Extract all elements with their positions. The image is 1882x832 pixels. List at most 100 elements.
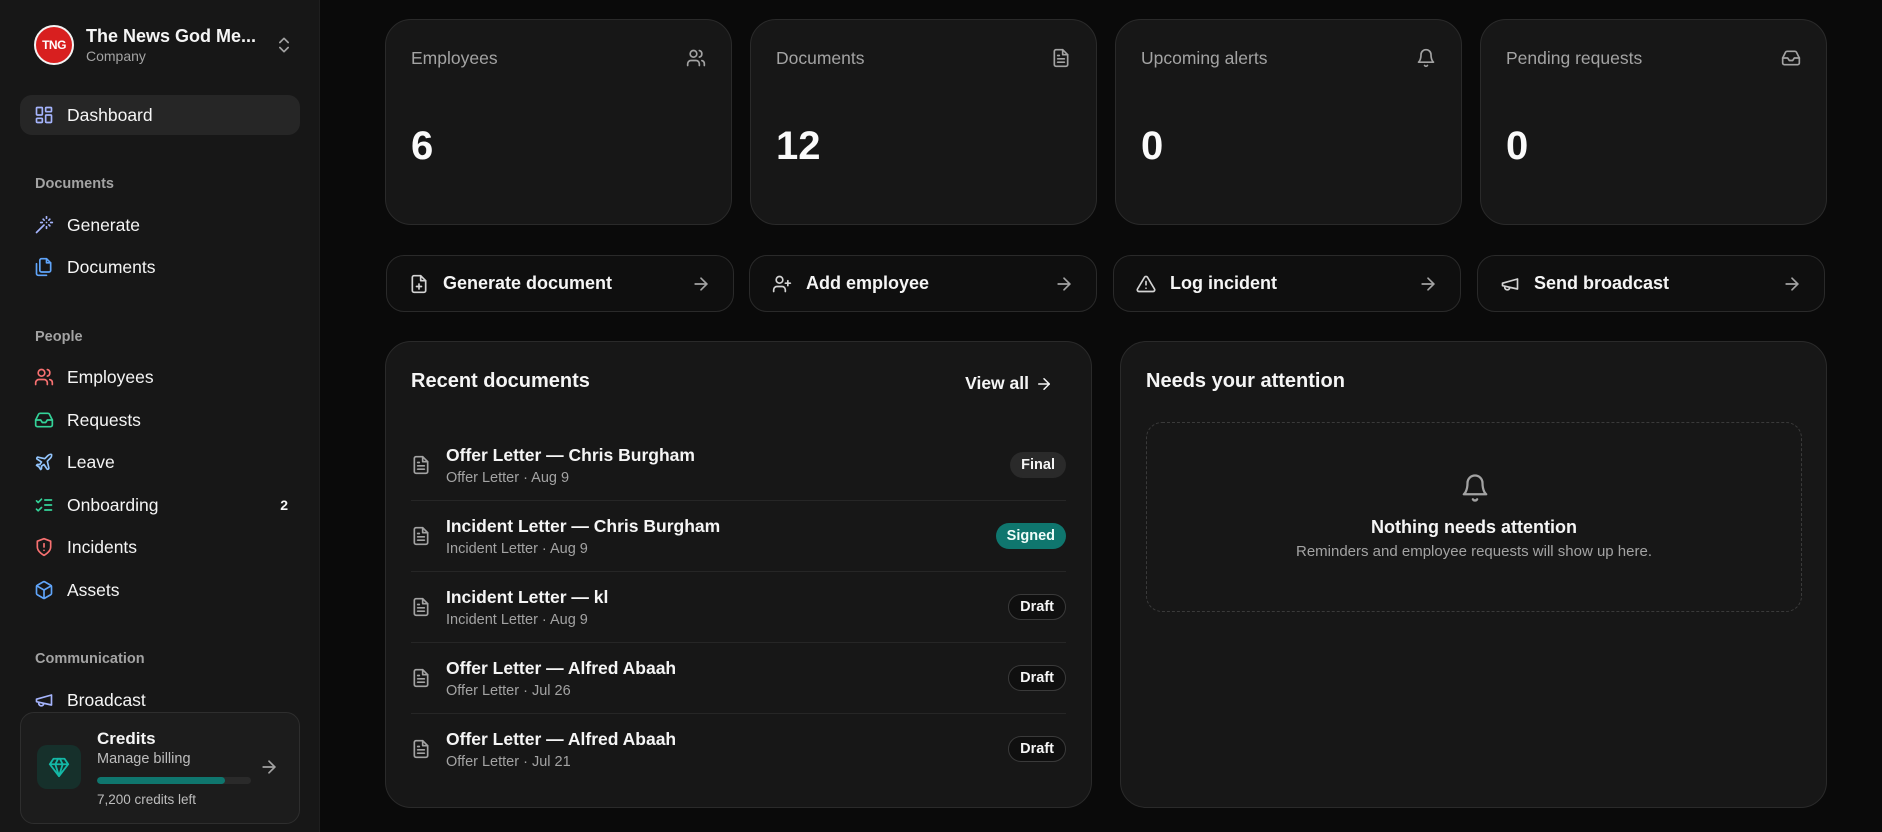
company-text: The News God Me... Company <box>86 25 266 65</box>
status-badge: Draft <box>1008 665 1066 691</box>
gem-icon <box>48 757 70 778</box>
section-title-communication: Communication <box>35 651 145 667</box>
add-employee-button[interactable]: Add employee <box>749 255 1097 312</box>
sidebar-item-leave[interactable]: Leave <box>20 443 300 481</box>
document-meta: Offer Letter · Jul 21 <box>446 754 571 770</box>
panel-title: Needs your attention <box>1146 370 1345 392</box>
bell-icon <box>1462 474 1488 502</box>
status-badge: Draft <box>1008 594 1066 620</box>
stat-card-employees: Employees 6 <box>385 19 732 225</box>
file-plus-icon <box>411 274 427 293</box>
view-all-link[interactable]: View all <box>965 373 1053 394</box>
panel-title: Recent documents <box>411 370 590 392</box>
arrow-right-icon <box>262 760 276 774</box>
company-switcher[interactable]: TNG The News God Me... Company <box>34 24 294 66</box>
shield-alert-icon <box>36 537 52 557</box>
users-icon <box>34 368 54 386</box>
action-label: Generate document <box>443 273 613 293</box>
log-incident-button[interactable]: Log incident <box>1113 255 1461 312</box>
document-row[interactable]: Incident Letter — Chris Burgham Incident… <box>411 501 1066 572</box>
generate-document-button[interactable]: Generate document <box>386 255 734 312</box>
document-title: Offer Letter — Alfred Abaah <box>446 729 677 749</box>
recent-documents-panel: Recent documents View all Offer Letter —… <box>385 341 1092 808</box>
app-root: TNG The News God Me... Company Dashboard… <box>0 0 1882 832</box>
credits-progress-bar <box>97 777 251 784</box>
company-type: Company <box>86 48 146 64</box>
inbox-icon <box>34 412 54 428</box>
sidebar-item-assets[interactable]: Assets <box>20 571 300 609</box>
layout-grid-icon <box>35 106 53 124</box>
sidebar-item-label: Assets <box>67 579 120 600</box>
sidebar-item-label: Incidents <box>67 536 138 557</box>
document-row[interactable]: Incident Letter — kl Incident Letter · A… <box>411 572 1066 643</box>
sidebar-item-label: Onboarding <box>67 494 159 515</box>
stat-card-upcoming-alerts: Upcoming alerts 0 <box>1115 19 1462 225</box>
status-badge: Draft <box>1008 736 1066 762</box>
files-icon <box>35 257 52 277</box>
sidebar-item-documents[interactable]: Documents <box>20 248 300 286</box>
status-badge: Signed <box>995 523 1066 549</box>
document-title: Offer Letter — Chris Burgham <box>446 445 695 465</box>
sidebar-item-label: Employees <box>67 366 154 387</box>
users-icon <box>686 49 706 67</box>
sidebar-item-requests[interactable]: Requests <box>20 401 300 439</box>
file-text-icon <box>413 739 429 759</box>
box-icon <box>35 580 53 600</box>
document-meta: Incident Letter · Aug 9 <box>446 541 588 557</box>
sidebar-item-employees[interactable]: Employees <box>20 358 300 396</box>
list-checks-icon <box>35 498 53 512</box>
arrow-right-icon <box>1038 377 1050 390</box>
sidebar-item-onboarding[interactable]: Onboarding 2 <box>20 486 300 524</box>
stat-card-documents: Documents 12 <box>750 19 1097 225</box>
sidebar-item-label: Requests <box>67 409 141 430</box>
credits-subtitle: Manage billing <box>97 751 191 767</box>
chevrons-up-down-icon <box>279 37 289 53</box>
megaphone-icon <box>35 694 53 707</box>
send-broadcast-button[interactable]: Send broadcast <box>1477 255 1825 312</box>
sidebar-item-label: Leave <box>67 451 115 472</box>
stat-label: Upcoming alerts <box>1141 48 1268 68</box>
section-title-documents: Documents <box>35 176 114 192</box>
file-text-icon <box>1053 48 1069 68</box>
file-text-icon <box>413 526 429 546</box>
status-badge: Final <box>1010 452 1066 478</box>
action-label: Log incident <box>1170 273 1277 293</box>
company-name: The News God Me... <box>86 26 257 46</box>
document-row[interactable]: Offer Letter — Alfred Abaah Offer Letter… <box>411 714 1066 785</box>
stat-label: Pending requests <box>1506 48 1643 68</box>
action-label: Add employee <box>806 273 930 293</box>
sidebar-item-incidents[interactable]: Incidents <box>20 528 300 566</box>
onboarding-count-badge: 2 <box>280 497 288 513</box>
sidebar-item-label: Dashboard <box>67 104 153 125</box>
document-title: Incident Letter — Chris Burgham <box>446 516 721 536</box>
action-label: Send broadcast <box>1534 273 1670 293</box>
stat-card-pending-requests: Pending requests 0 <box>1480 19 1827 225</box>
stat-label: Documents <box>776 48 865 68</box>
magic-wand-icon <box>35 215 54 234</box>
sidebar-item-dashboard[interactable]: Dashboard <box>20 95 300 135</box>
stat-value: 0 <box>1506 124 1529 168</box>
file-text-icon <box>413 597 429 617</box>
stat-value: 0 <box>1141 124 1164 168</box>
credits-remaining: 7,200 credits left <box>97 792 197 807</box>
empty-state-subtitle: Reminders and employee requests will sho… <box>1295 543 1652 560</box>
empty-state: Nothing needs attention Reminders and em… <box>1146 422 1802 612</box>
document-row[interactable]: Offer Letter — Chris Burgham Offer Lette… <box>411 430 1066 501</box>
sidebar-item-label: Broadcast <box>67 689 146 710</box>
credits-card[interactable]: Credits Manage billing 7,200 credits lef… <box>20 712 300 824</box>
sidebar-item-generate[interactable]: Generate <box>20 206 300 244</box>
company-logo: TNG <box>34 25 74 65</box>
document-title: Incident Letter — kl <box>446 587 609 607</box>
arrow-right-icon <box>694 276 708 291</box>
document-row[interactable]: Offer Letter — Alfred Abaah Offer Letter… <box>411 643 1066 714</box>
credits-progress-fill <box>97 777 225 784</box>
stat-value: 12 <box>776 124 821 168</box>
credits-title: Credits <box>97 729 156 748</box>
alert-triangle-icon <box>1136 275 1156 292</box>
plane-icon <box>35 453 53 471</box>
megaphone-icon <box>1501 277 1519 291</box>
credits-icon-box <box>37 745 81 789</box>
stat-label: Employees <box>411 48 498 68</box>
document-meta: Incident Letter · Aug 9 <box>446 612 588 628</box>
view-all-label: View all <box>965 373 1029 393</box>
